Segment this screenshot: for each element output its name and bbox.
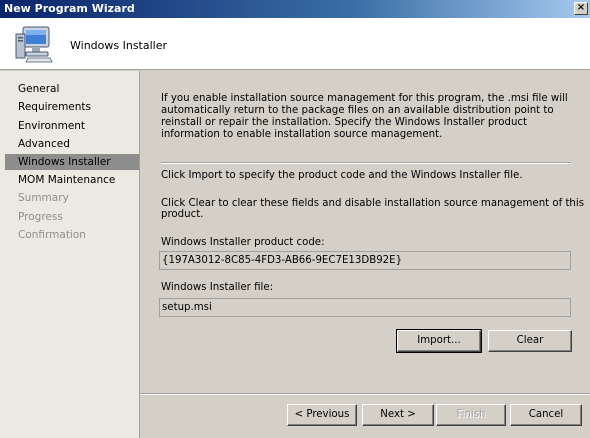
sidebar-item-advanced[interactable]: Advanced (5, 136, 139, 152)
product-code-field[interactable]: {197A3012-8C85-4FD3-AB66-9EC7E13DB92E} (159, 251, 571, 270)
sidebar-item-environment[interactable]: Environment (5, 118, 139, 134)
sidebar-item-general[interactable]: General (5, 81, 139, 97)
import-instructions: Click Import to specify the product code… (161, 170, 523, 181)
import-button[interactable]: Import... (396, 329, 482, 353)
wizard-footer: < Previous Next > Finish Cancel (141, 393, 590, 438)
previous-button[interactable]: < Previous (287, 404, 357, 426)
main-panel: If you enable installation source manage… (141, 71, 590, 393)
page-title: Windows Installer (70, 39, 168, 52)
window-title: New Program Wizard (4, 2, 135, 15)
wizard-header: Windows Installer (0, 18, 590, 70)
sidebar-item-mom-maintenance[interactable]: MOM Maintenance (5, 172, 139, 188)
sidebar-item-windows-installer[interactable]: Windows Installer (5, 154, 139, 170)
next-button[interactable]: Next > (362, 404, 434, 426)
clear-instructions: Click Clear to clear these fields and di… (161, 198, 585, 220)
installer-file-label: Windows Installer file: (161, 282, 274, 293)
computer-icon (14, 24, 54, 64)
sidebar-item-requirements[interactable]: Requirements (5, 99, 139, 115)
separator (161, 162, 571, 164)
sidebar-item-confirmation: Confirmation (18, 229, 86, 241)
cancel-button[interactable]: Cancel (510, 404, 582, 426)
sidebar-item-summary: Summary (18, 192, 69, 204)
close-button[interactable]: × (574, 2, 588, 15)
wizard-sidebar: General Requirements Environment Advance… (0, 71, 140, 438)
product-code-label: Windows Installer product code: (161, 237, 325, 248)
sidebar-item-progress: Progress (18, 211, 63, 223)
clear-button[interactable]: Clear (488, 330, 572, 352)
finish-button: Finish (436, 404, 506, 426)
intro-text: If you enable installation source manage… (161, 93, 568, 140)
title-bar: New Program Wizard × (0, 0, 590, 18)
installer-file-field[interactable]: setup.msi (159, 298, 571, 317)
